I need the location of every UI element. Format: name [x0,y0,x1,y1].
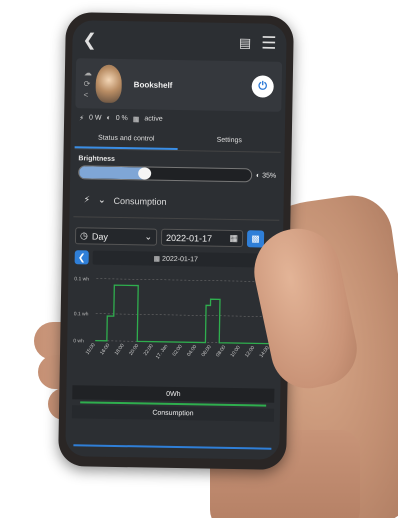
chevron-down-icon: ⌄ [144,231,153,242]
message-icon[interactable]: ▤ [239,35,252,50]
state-value: active [144,115,163,123]
brightness-value: 35% [262,171,277,180]
back-icon[interactable]: ❮ [82,30,97,49]
contrast-icon: ◐ [255,171,261,179]
x-tick-label: 17. Jan [155,343,170,360]
x-tick-label: 16:00 [99,342,111,356]
y-tick-label: 0.1 wh [74,311,89,317]
contrast-icon: ◐ [106,114,111,122]
tab-status-control[interactable]: Status and control [74,128,178,151]
power-button[interactable]: ⏻ [251,75,274,98]
consumption-section[interactable]: ⚡ ⌄ Consumption [73,183,280,221]
x-tick-label: 04:00 [186,344,198,358]
device-card: ☁ ⟳ < Bookshelf ⏻ [75,58,283,112]
gridline [95,313,274,317]
x-tick-label: 18:00 [114,343,126,357]
calendar-icon: ▦ [153,255,161,263]
y-tick-label: 0.1 wh [74,276,89,282]
x-tick-label: 06:00 [201,344,213,358]
bolt-icon: ⚡ [83,194,91,205]
period-value: Day [91,231,109,242]
sync-icon: ⟳ [83,78,91,88]
chart-svg: 0.1 wh 0.1 wh 0 wh15:00 16:00 18:00 20:00 22:0… [73,276,275,360]
gridline [96,278,275,282]
x-tick-label: 10:00 [230,345,242,359]
level-value: 0 % [115,114,128,123]
slider-fill [79,166,146,180]
date-value: 2022-01-17 [165,232,213,244]
nav-date-value: 2022-01-17 [162,255,198,263]
summary-label: Consumption [71,405,275,422]
tab-settings[interactable]: Settings [178,130,281,152]
nav-date: ▦ 2022-01-17 [92,250,259,268]
consumption-chart: 0.1 wh 0.1 wh 0 wh 15:00 16:00 18:00 20:00 22:0… [73,270,277,385]
x-tick-label: 12:00 [244,345,256,359]
brightness-slider[interactable] [78,165,253,183]
phone: ❮ ▤ ☰ ☁ ⟳ < Bookshelf ⏻ ⚡ 0 W ◐ 0 % ▦ ac… [58,12,294,470]
chart-view-button[interactable]: ▩ [246,230,265,248]
slider-handle[interactable] [138,167,152,180]
screen: ❮ ▤ ☰ ☁ ⟳ < Bookshelf ⏻ ⚡ 0 W ◐ 0 % ▦ ac… [65,20,287,460]
clock-icon: ◷ [79,230,89,241]
x-tick-label: 02:00 [172,344,184,358]
x-tick-label: 20:00 [128,343,140,357]
device-name: Bookshelf [133,79,173,90]
consumption-title: Consumption [113,195,167,207]
menu-icon[interactable]: ☰ [261,33,277,52]
calendar-icon: ▦ [229,232,239,244]
x-tick-label: 22:00 [143,343,155,357]
power-icon: ⚡ [79,115,85,123]
top-bar: ❮ ▤ ☰ [72,20,287,62]
bottom-accent [73,444,272,450]
period-select[interactable]: ◷ Day ⌄ [74,227,158,246]
y-tick-label: 0 wh [73,338,84,344]
x-tick-label: 15:00 [85,342,97,356]
chevron-down-icon: ⌄ [97,194,106,205]
total-value: 0Wh [72,385,275,403]
bulb-image [95,64,123,104]
date-field[interactable]: 2022-01-17 ▦ [160,228,244,248]
power-value: 0 W [88,114,102,122]
cloud-icon: ☁ [83,67,93,78]
calendar-icon: ▦ [132,116,140,124]
prev-day-button[interactable]: ❮ [74,250,89,265]
x-tick-label: 08:00 [215,344,227,358]
share-icon: < [83,89,89,99]
